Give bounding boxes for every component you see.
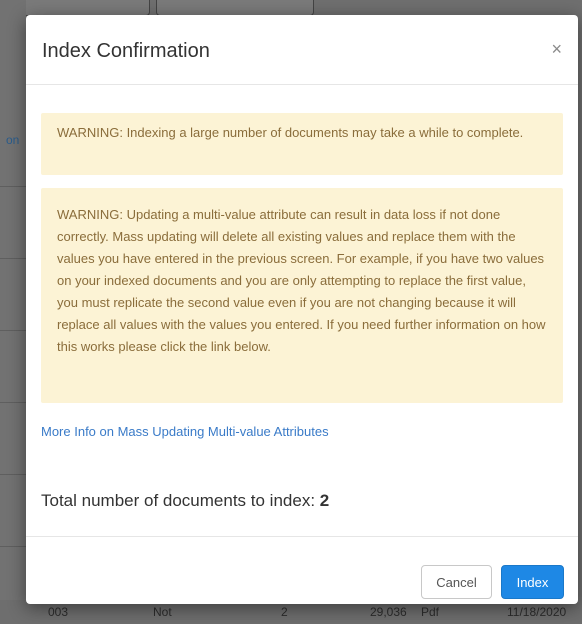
- background-cell-count: 2: [281, 605, 288, 619]
- background-toolbar-button: [156, 0, 314, 16]
- multi-value-warning: WARNING: Updating a multi-value attribut…: [41, 188, 563, 403]
- more-info-link[interactable]: More Info on Mass Updating Multi-value A…: [41, 424, 329, 439]
- background-link-fragment: on: [6, 133, 20, 147]
- background-row-divider: [0, 330, 26, 331]
- background-cell-size: 29,036: [370, 605, 407, 619]
- total-documents-line: Total number of documents to index: 2: [41, 491, 329, 511]
- background-cell-type: Pdf: [421, 605, 440, 619]
- index-button[interactable]: Index: [501, 565, 564, 599]
- close-icon[interactable]: ×: [551, 39, 562, 59]
- background-left-panel: [0, 0, 26, 624]
- indexing-warning: WARNING: Indexing a large number of docu…: [41, 113, 563, 175]
- background-row-divider: [0, 474, 26, 475]
- background-cell-status: Not: [153, 605, 172, 619]
- background-row-divider: [0, 402, 26, 403]
- dialog-footer: Cancel Index: [26, 536, 578, 604]
- cancel-button[interactable]: Cancel: [421, 565, 492, 599]
- background-row-divider: [0, 186, 26, 187]
- dialog-title: Index Confirmation: [42, 40, 210, 62]
- background-row-divider: [0, 546, 26, 547]
- dialog-header: Index Confirmation ×: [26, 15, 578, 85]
- background-toolbar-button: [12, 0, 150, 16]
- index-confirmation-dialog: Index Confirmation × WARNING: Indexing a…: [26, 15, 578, 604]
- background-cell-id: 003: [48, 605, 69, 619]
- background-cell-date: 11/18/2020: [507, 605, 567, 619]
- total-documents-count: 2: [319, 491, 330, 510]
- background-row-divider: [0, 258, 26, 259]
- total-documents-label: Total number of documents to index:: [41, 491, 316, 510]
